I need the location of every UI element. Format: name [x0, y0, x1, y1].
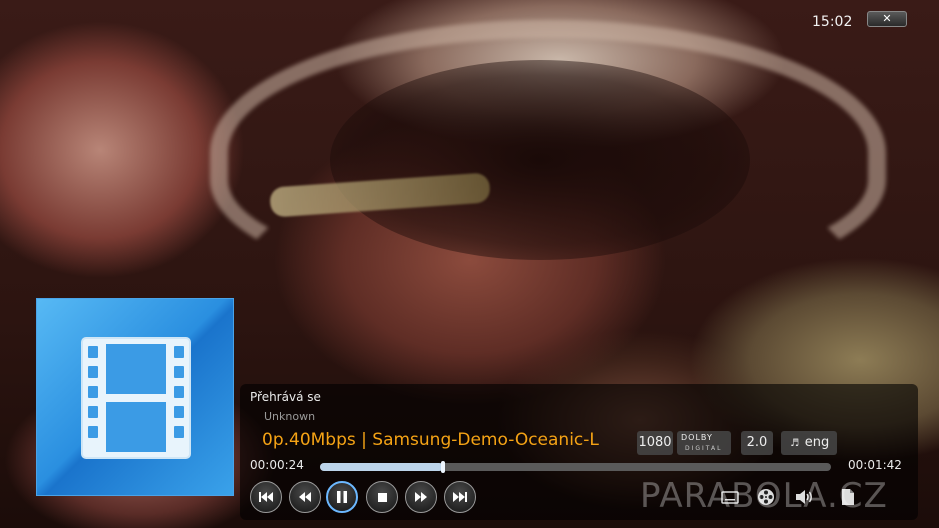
- skip-next-button[interactable]: [444, 481, 476, 513]
- rewind-button[interactable]: [289, 481, 321, 513]
- fast-forward-icon: [415, 492, 427, 502]
- stop-button[interactable]: [366, 481, 398, 513]
- rewind-icon: [299, 492, 311, 502]
- seek-bar-progress: [320, 463, 443, 471]
- skip-previous-button[interactable]: [250, 481, 282, 513]
- audio-language-badge: ♬ eng: [781, 431, 837, 455]
- skip-previous-icon: [259, 492, 273, 502]
- audio-language-label: eng: [804, 435, 830, 450]
- playback-status: Přehrává se: [250, 390, 321, 404]
- channels-badge: 2.0: [741, 431, 773, 455]
- dolby-logo-text: DOLBY: [681, 433, 713, 442]
- dolby-digital-text: DIGITAL: [685, 445, 723, 452]
- elapsed-time: 00:00:24: [250, 458, 304, 472]
- seek-bar[interactable]: [320, 461, 831, 473]
- speaker-icon: ♬: [790, 438, 800, 449]
- pause-button[interactable]: [326, 481, 358, 513]
- seek-bar-handle[interactable]: [441, 461, 445, 473]
- stop-icon: [377, 492, 387, 502]
- watermark: PARABOLA.CZ: [640, 476, 888, 516]
- pause-icon: [337, 491, 347, 503]
- close-button[interactable]: ✕: [867, 11, 907, 27]
- resolution-badge: 1080: [637, 431, 673, 455]
- media-subtitle: Unknown: [264, 410, 316, 423]
- audio-codec-badge: DOLBY DIGITAL: [677, 431, 731, 455]
- film-strip-icon: [81, 337, 191, 459]
- media-title: 0p.40Mbps | Samsung-Demo-Oceanic-L: [262, 430, 599, 450]
- fast-forward-button[interactable]: [405, 481, 437, 513]
- total-time: 00:01:42: [848, 458, 902, 472]
- skip-next-icon: [453, 492, 467, 502]
- shell-opening: [330, 60, 750, 260]
- clock: 15:02: [812, 14, 853, 30]
- media-thumbnail: [36, 298, 234, 496]
